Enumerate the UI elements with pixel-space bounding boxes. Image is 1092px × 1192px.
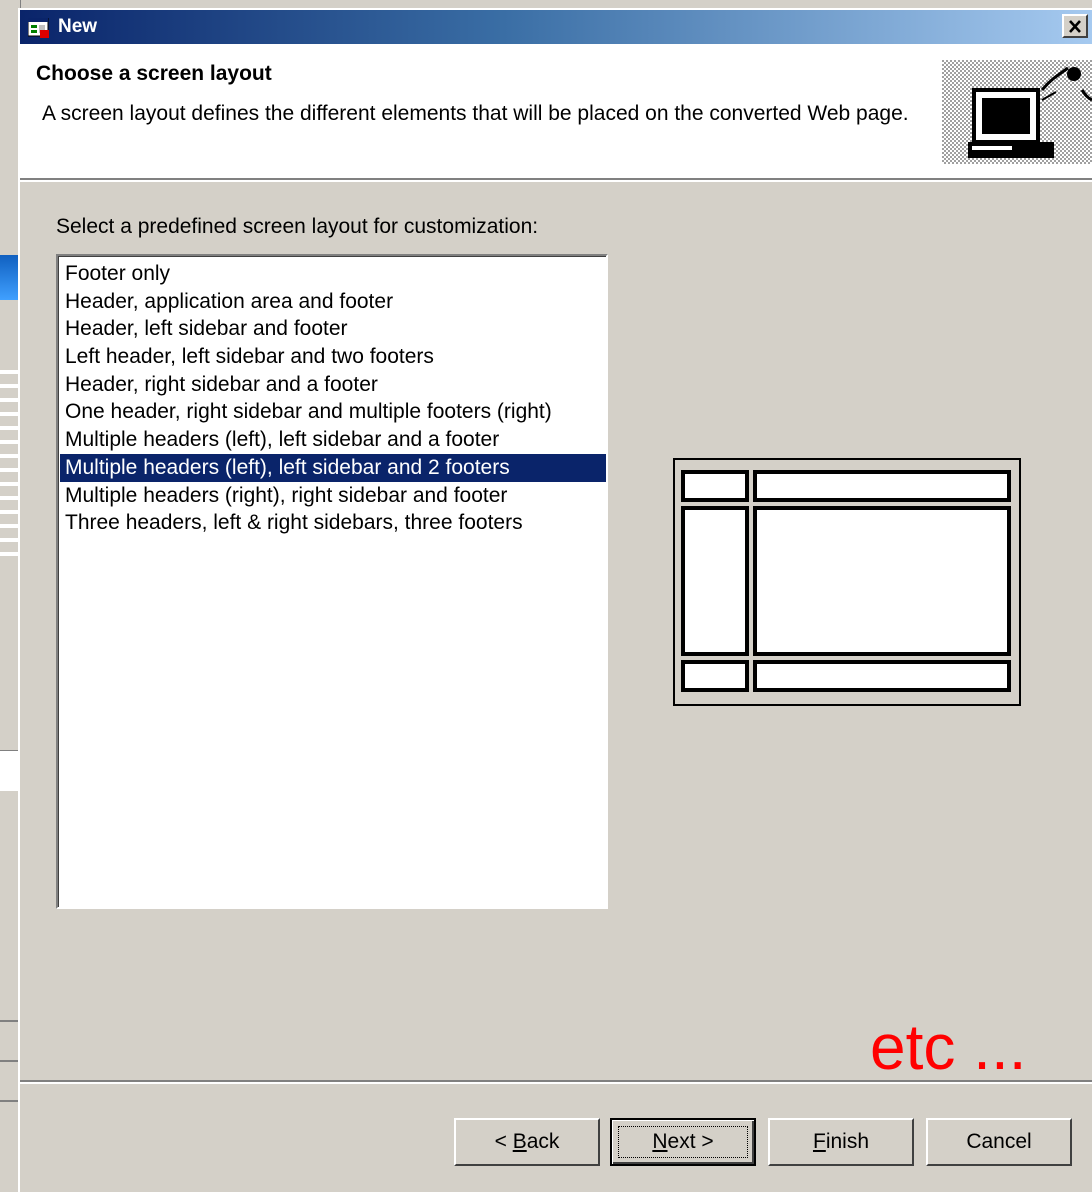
cancel-button[interactable]: Cancel <box>926 1118 1072 1166</box>
finish-button-label: inish <box>825 1130 870 1153</box>
divider <box>20 1082 1092 1084</box>
next-button[interactable]: Next > <box>610 1118 756 1166</box>
list-item[interactable]: Left header, left sidebar and two footer… <box>60 343 606 371</box>
title-bar[interactable]: New <box>20 10 1092 44</box>
focus-rect <box>618 1126 748 1158</box>
background-strip <box>0 360 18 560</box>
page-description: A screen layout defines the different el… <box>42 102 909 125</box>
list-item-selected[interactable]: Multiple headers (left), left sidebar an… <box>60 453 606 482</box>
layout-list-label: Select a predefined screen layout for cu… <box>56 215 539 238</box>
list-item[interactable]: Header, application area and footer <box>60 288 606 316</box>
background-strip <box>0 750 18 791</box>
background-strip <box>0 1020 18 1022</box>
list-item[interactable]: Multiple headers (right), right sidebar … <box>60 482 606 510</box>
finish-button-mnemonic: F <box>812 1130 826 1153</box>
finish-button[interactable]: Finish <box>768 1118 914 1166</box>
close-icon <box>1069 19 1081 33</box>
back-button-mnemonic: B <box>512 1130 527 1153</box>
page-title: Choose a screen layout <box>36 62 272 85</box>
list-item[interactable]: Header, right sidebar and a footer <box>60 371 606 399</box>
list-item[interactable]: Header, left sidebar and footer <box>60 315 606 343</box>
app-icon <box>28 18 49 38</box>
new-wizard-dialog: New Choose a screen layout A screen layo… <box>18 8 1092 1192</box>
background-strip <box>0 255 18 300</box>
close-button[interactable] <box>1062 14 1088 38</box>
back-button-label: ack <box>526 1130 560 1153</box>
list-item[interactable]: Multiple headers (left), left sidebar an… <box>60 426 606 454</box>
list-item[interactable]: Three headers, left & right sidebars, th… <box>60 509 606 537</box>
layout-preview <box>673 458 1021 706</box>
list-item[interactable]: One header, right sidebar and multiple f… <box>60 398 606 426</box>
background-strip <box>0 1100 18 1102</box>
back-button-prefix: < <box>494 1130 513 1153</box>
background-strip <box>0 1060 18 1062</box>
etc-annotation: etc ... <box>870 1011 1027 1083</box>
computer-wizard-icon <box>942 60 1092 164</box>
back-button[interactable]: < Back <box>454 1118 600 1166</box>
list-item[interactable]: Footer only <box>60 260 606 288</box>
window-title: New <box>58 16 98 37</box>
wizard-header-banner: Choose a screen layout A screen layout d… <box>20 44 1092 178</box>
divider <box>20 180 1092 182</box>
layout-listbox[interactable]: Footer only Header, application area and … <box>56 254 608 909</box>
